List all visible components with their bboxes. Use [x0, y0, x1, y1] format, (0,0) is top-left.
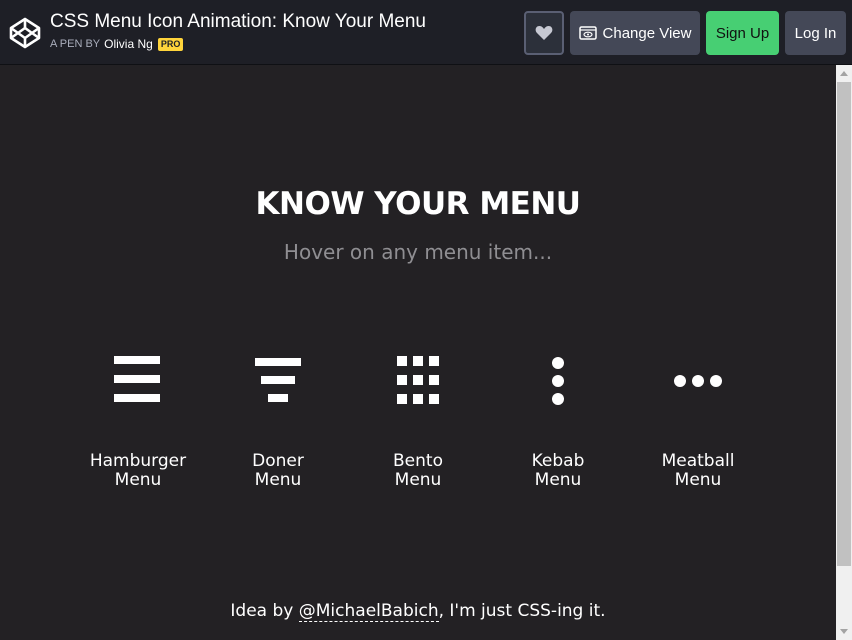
menu-item-label: Hamburger Menu	[89, 451, 187, 490]
change-view-label: Change View	[602, 24, 692, 42]
change-view-button[interactable]: Change View	[570, 11, 700, 55]
sign-up-button[interactable]: Sign Up	[706, 11, 779, 55]
scroll-down-arrow-icon[interactable]	[840, 629, 848, 634]
menu-item-label: Kebab Menu	[531, 451, 585, 490]
eye-window-icon	[578, 26, 597, 40]
author-link[interactable]: Olivia Ng	[104, 37, 153, 51]
menu-item-bento[interactable]: Bento Menu	[348, 350, 488, 490]
menu-item-doner[interactable]: Doner Menu	[208, 350, 348, 490]
credit-suffix: , I'm just CSS-ing it.	[438, 601, 606, 621]
menu-item-label: Bento Menu	[393, 451, 443, 490]
page-title: KNOW YOUR MENU	[255, 186, 581, 222]
michael-babich-link[interactable]: @MichaelBabich	[298, 601, 439, 622]
heart-icon	[535, 26, 553, 40]
vertical-scrollbar[interactable]	[836, 65, 852, 640]
menu-item-hamburger[interactable]: Hamburger Menu	[68, 350, 208, 490]
pen-meta-prefix: A PEN BY	[50, 38, 101, 50]
meatball-icon	[674, 375, 722, 387]
pen-title[interactable]: CSS Menu Icon Animation: Know Your Menu	[50, 11, 426, 33]
hamburger-icon	[114, 356, 160, 402]
menu-item-kebab[interactable]: Kebab Menu	[488, 350, 628, 490]
menu-item-meatball[interactable]: Meatball Menu	[628, 350, 768, 490]
pro-badge: PRO	[157, 37, 184, 51]
pen-meta: A PEN BY Olivia Ng PRO	[50, 37, 184, 51]
bento-icon	[397, 356, 439, 404]
heart-button[interactable]	[524, 11, 564, 55]
page-subtitle: Hover on any menu item...	[283, 240, 553, 264]
scroll-thumb[interactable]	[837, 82, 851, 566]
codepen-logo-icon[interactable]	[8, 16, 42, 50]
doner-icon	[255, 358, 301, 402]
menu-item-label: Meatball Menu	[661, 451, 735, 490]
credit-line: Idea by @MichaelBabich, I'm just CSS-ing…	[0, 601, 836, 622]
log-in-button[interactable]: Log In	[785, 11, 846, 55]
menu-item-label: Doner Menu	[252, 451, 304, 490]
scroll-up-arrow-icon[interactable]	[840, 71, 848, 76]
kebab-icon	[552, 357, 564, 405]
credit-prefix: Idea by	[230, 601, 294, 621]
codepen-header: CSS Menu Icon Animation: Know Your Menu …	[0, 0, 852, 65]
